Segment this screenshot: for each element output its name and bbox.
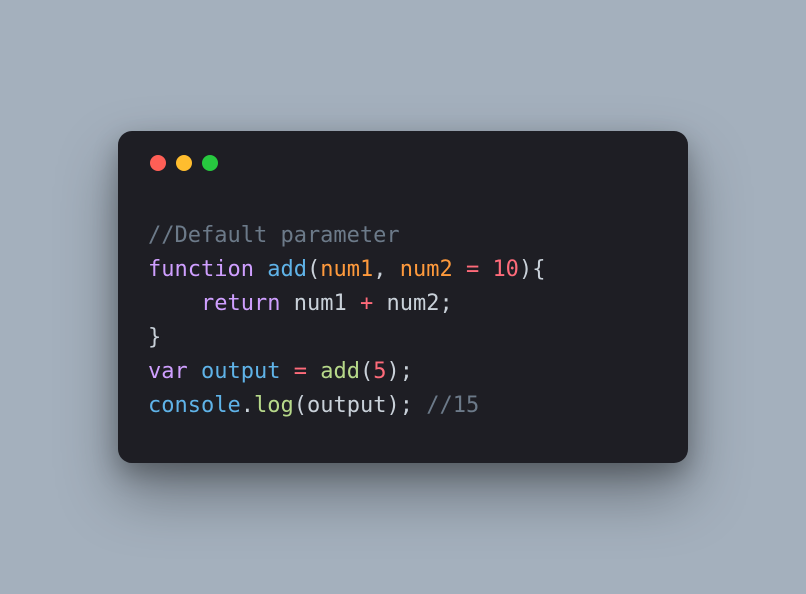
code-window: //Default parameter function add(num1, n… bbox=[118, 131, 688, 464]
zoom-icon[interactable] bbox=[202, 155, 218, 171]
space bbox=[280, 291, 293, 316]
space bbox=[413, 393, 426, 418]
close-paren: ) bbox=[519, 257, 532, 282]
dot: . bbox=[241, 393, 254, 418]
close-paren: ) bbox=[386, 359, 399, 384]
space bbox=[453, 257, 466, 282]
function-name: add bbox=[267, 257, 307, 282]
number-5: 5 bbox=[373, 359, 386, 384]
param-num2: num2 bbox=[400, 257, 453, 282]
space bbox=[479, 257, 492, 282]
open-paren: ( bbox=[360, 359, 373, 384]
plus-operator: + bbox=[360, 291, 373, 316]
space bbox=[373, 291, 386, 316]
open-paren: ( bbox=[307, 257, 320, 282]
code-comment: //15 bbox=[426, 393, 479, 418]
comma: , bbox=[373, 257, 400, 282]
code-comment: //Default parameter bbox=[148, 223, 400, 248]
keyword-var: var bbox=[148, 359, 188, 384]
call-add: add bbox=[320, 359, 360, 384]
param-num1: num1 bbox=[320, 257, 373, 282]
space bbox=[188, 359, 201, 384]
close-icon[interactable] bbox=[150, 155, 166, 171]
space bbox=[254, 257, 267, 282]
close-brace: } bbox=[148, 325, 161, 350]
semicolon: ; bbox=[439, 291, 452, 316]
semicolon: ; bbox=[400, 359, 413, 384]
window-titlebar bbox=[148, 155, 658, 171]
space bbox=[307, 359, 320, 384]
open-paren: ( bbox=[294, 393, 307, 418]
code-block: //Default parameter function add(num1, n… bbox=[148, 219, 658, 424]
number-10: 10 bbox=[492, 257, 519, 282]
space bbox=[280, 359, 293, 384]
minimize-icon[interactable] bbox=[176, 155, 192, 171]
ident-output: output bbox=[307, 393, 386, 418]
method-log: log bbox=[254, 393, 294, 418]
close-paren: ) bbox=[386, 393, 399, 418]
var-output: output bbox=[201, 359, 280, 384]
ident-num1: num1 bbox=[294, 291, 347, 316]
ident-num2: num2 bbox=[386, 291, 439, 316]
keyword-return: return bbox=[201, 291, 280, 316]
semicolon: ; bbox=[400, 393, 413, 418]
equals: = bbox=[294, 359, 307, 384]
keyword-function: function bbox=[148, 257, 254, 282]
equals: = bbox=[466, 257, 479, 282]
open-brace: { bbox=[532, 257, 545, 282]
ident-console: console bbox=[148, 393, 241, 418]
indent bbox=[148, 291, 201, 316]
space bbox=[347, 291, 360, 316]
